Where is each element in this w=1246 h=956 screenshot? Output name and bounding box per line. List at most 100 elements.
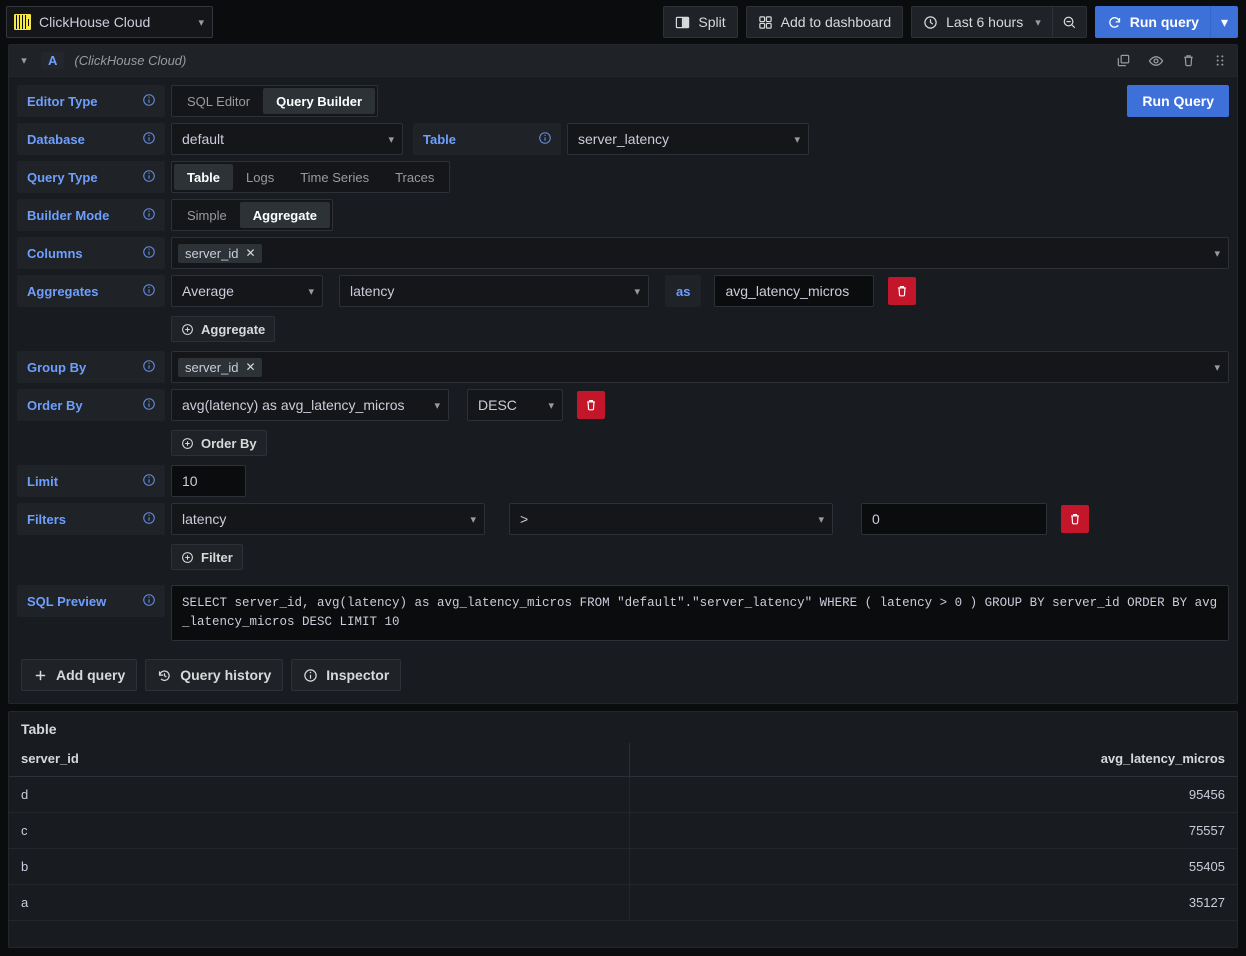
editor-type-option-query-builder[interactable]: Query Builder bbox=[263, 88, 375, 114]
query-type-option-logs[interactable]: Logs bbox=[233, 164, 287, 190]
group-by-label: Group By bbox=[17, 351, 165, 383]
group-by-multiselect[interactable]: server_id ✕ ▾ bbox=[171, 351, 1229, 383]
split-button[interactable]: Split bbox=[663, 6, 737, 38]
plus-circle-icon bbox=[181, 437, 194, 450]
inspector-button[interactable]: Inspector bbox=[291, 659, 401, 691]
aggregate-alias-value: avg_latency_micros bbox=[725, 283, 849, 299]
aggregates-label: Aggregates bbox=[17, 275, 165, 307]
close-icon[interactable]: ✕ bbox=[245, 247, 255, 259]
query-ref-id[interactable]: A bbox=[41, 52, 64, 69]
database-label-text: Database bbox=[27, 132, 85, 147]
info-circle-icon[interactable] bbox=[142, 473, 156, 490]
results-panel-title: Table bbox=[9, 712, 1237, 743]
cell-avg-latency-micros: 95456 bbox=[629, 777, 1237, 813]
columns-multiselect[interactable]: server_id ✕ ▾ bbox=[171, 237, 1229, 269]
info-circle-icon[interactable] bbox=[538, 131, 552, 148]
delete-order-by-button[interactable] bbox=[577, 391, 605, 419]
plus-circle-icon bbox=[181, 551, 194, 564]
table-label: Table bbox=[413, 123, 561, 155]
run-query-inline-label: Run Query bbox=[1142, 93, 1214, 109]
aggregate-column-select[interactable]: latency ▾ bbox=[339, 275, 649, 307]
add-aggregate-label: Aggregate bbox=[201, 322, 265, 337]
delete-aggregate-button[interactable] bbox=[888, 277, 916, 305]
info-circle-icon[interactable] bbox=[142, 93, 156, 110]
cell-avg-latency-micros: 35127 bbox=[629, 885, 1237, 921]
zoom-out-time-button[interactable] bbox=[1052, 6, 1087, 38]
info-circle-icon[interactable] bbox=[142, 511, 156, 528]
builder-mode-option-simple[interactable]: Simple bbox=[174, 202, 240, 228]
order-by-expression-select[interactable]: avg(latency) as avg_latency_micros ▾ bbox=[171, 389, 449, 421]
sql-preview-text[interactable]: SELECT server_id, avg(latency) as avg_la… bbox=[171, 585, 1229, 641]
add-query-button[interactable]: Add query bbox=[21, 659, 137, 691]
drag-handle-icon[interactable] bbox=[1213, 53, 1227, 68]
info-circle-icon[interactable] bbox=[142, 397, 156, 414]
history-icon bbox=[157, 668, 172, 683]
query-bottom-bar: Add query Query history Inspector bbox=[9, 651, 1237, 703]
column-header-avg-latency-micros[interactable]: avg_latency_micros bbox=[629, 743, 1237, 777]
eye-icon[interactable] bbox=[1148, 53, 1164, 69]
table-select[interactable]: server_latency ▾ bbox=[567, 123, 809, 155]
run-query-label: Run query bbox=[1130, 14, 1199, 30]
top-toolbar: ClickHouse Cloud ▾ Split Add to dashboar… bbox=[0, 0, 1246, 44]
run-query-inline-button[interactable]: Run Query bbox=[1127, 85, 1229, 117]
datasource-picker[interactable]: ClickHouse Cloud ▾ bbox=[6, 6, 213, 38]
add-order-by-button[interactable]: Order By bbox=[171, 430, 267, 456]
aggregate-function-value: Average bbox=[182, 283, 300, 299]
info-circle-icon[interactable] bbox=[142, 207, 156, 224]
filter-operator-value: > bbox=[520, 511, 810, 527]
info-circle-icon[interactable] bbox=[142, 593, 156, 610]
time-range-label: Last 6 hours bbox=[946, 14, 1023, 30]
query-datasource-note: (ClickHouse Cloud) bbox=[74, 53, 186, 68]
table-row[interactable]: b 55405 bbox=[9, 849, 1237, 885]
run-query-button[interactable]: Run query bbox=[1095, 6, 1211, 38]
query-type-option-traces[interactable]: Traces bbox=[382, 164, 447, 190]
copy-icon[interactable] bbox=[1116, 53, 1131, 68]
close-icon[interactable]: ✕ bbox=[245, 361, 255, 373]
run-query-interval-dropdown[interactable]: ▾ bbox=[1211, 6, 1238, 38]
query-type-option-table[interactable]: Table bbox=[174, 164, 233, 190]
filter-operator-select[interactable]: > ▾ bbox=[509, 503, 833, 535]
table-row[interactable]: d 95456 bbox=[9, 777, 1237, 813]
table-row[interactable]: c 75557 bbox=[9, 813, 1237, 849]
builder-mode-option-aggregate[interactable]: Aggregate bbox=[240, 202, 330, 228]
results-header-row: server_id avg_latency_micros bbox=[9, 743, 1237, 777]
info-circle-icon[interactable] bbox=[142, 131, 156, 148]
aggregate-function-select[interactable]: Average ▾ bbox=[171, 275, 323, 307]
info-circle-icon[interactable] bbox=[142, 283, 156, 300]
query-type-option-time-series[interactable]: Time Series bbox=[287, 164, 382, 190]
time-range-picker[interactable]: Last 6 hours ▾ bbox=[911, 6, 1052, 38]
editor-type-option-sql-editor[interactable]: SQL Editor bbox=[174, 88, 263, 114]
group-by-chip[interactable]: server_id ✕ bbox=[178, 358, 262, 377]
info-circle-icon[interactable] bbox=[142, 245, 156, 262]
order-by-direction-select[interactable]: DESC ▾ bbox=[467, 389, 563, 421]
editor-type-row: Editor Type SQL Editor Query Builder Run… bbox=[9, 85, 1237, 117]
limit-input[interactable]: 10 bbox=[171, 465, 246, 497]
add-aggregate-button[interactable]: Aggregate bbox=[171, 316, 275, 342]
info-circle-icon[interactable] bbox=[142, 169, 156, 186]
spacer-label bbox=[17, 427, 165, 459]
delete-filter-button[interactable] bbox=[1061, 505, 1089, 533]
filter-value: 0 bbox=[872, 511, 880, 527]
group-by-label-text: Group By bbox=[27, 360, 86, 375]
split-button-label: Split bbox=[698, 14, 725, 30]
database-select[interactable]: default ▾ bbox=[171, 123, 403, 155]
add-to-dashboard-label: Add to dashboard bbox=[781, 14, 892, 30]
trash-icon[interactable] bbox=[1181, 53, 1196, 68]
column-chip[interactable]: server_id ✕ bbox=[178, 244, 262, 263]
filter-value-input[interactable]: 0 bbox=[861, 503, 1047, 535]
query-history-label: Query history bbox=[180, 667, 271, 683]
order-by-label: Order By bbox=[17, 389, 165, 421]
collapse-query-chevron-down-icon[interactable]: ▾ bbox=[17, 54, 31, 67]
add-to-dashboard-button[interactable]: Add to dashboard bbox=[746, 6, 904, 38]
aggregate-alias-input[interactable]: avg_latency_micros bbox=[714, 275, 874, 307]
chevron-down-icon: ▾ bbox=[1221, 14, 1228, 31]
add-filter-button[interactable]: Filter bbox=[171, 544, 243, 570]
column-header-server-id[interactable]: server_id bbox=[9, 743, 629, 777]
query-history-button[interactable]: Query history bbox=[145, 659, 283, 691]
limit-row: Limit 10 bbox=[9, 465, 1237, 497]
query-editor-card: ▾ A (ClickHouse Cloud) bbox=[8, 44, 1238, 704]
info-circle-icon[interactable] bbox=[142, 359, 156, 376]
filter-field-select[interactable]: latency ▾ bbox=[171, 503, 485, 535]
table-row[interactable]: a 35127 bbox=[9, 885, 1237, 921]
plus-icon bbox=[33, 668, 48, 683]
